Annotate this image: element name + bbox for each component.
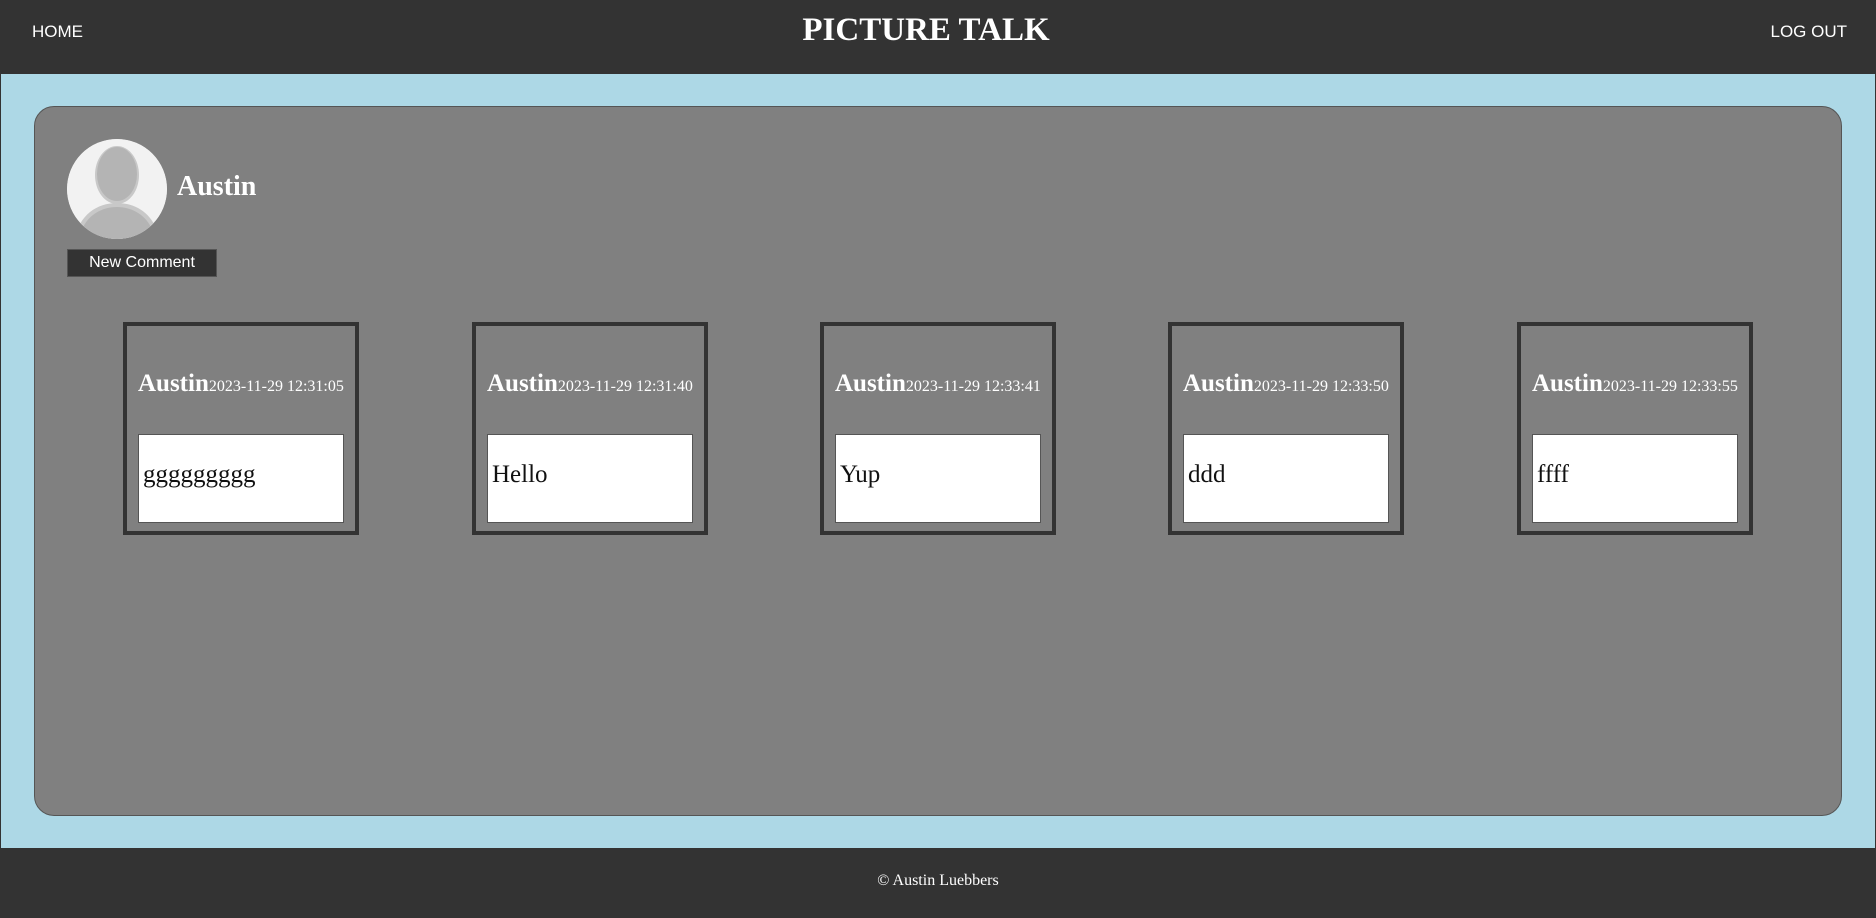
footer-copyright: © Austin Luebbers bbox=[877, 872, 999, 889]
comment-card: Austin2023-11-29 12:31:05 ggggggggg bbox=[123, 322, 359, 535]
comment-text: Yup bbox=[835, 434, 1041, 523]
comment-timestamp: 2023-11-29 12:33:50 bbox=[1253, 378, 1389, 395]
comment-timestamp: 2023-11-29 12:33:41 bbox=[905, 378, 1041, 395]
comment-author: Austin bbox=[487, 370, 558, 397]
comment-text: ddd bbox=[1183, 434, 1389, 523]
comment-header: Austin2023-11-29 12:33:55 bbox=[1532, 370, 1738, 398]
comment-timestamp: 2023-11-29 12:31:40 bbox=[557, 378, 693, 395]
comment-header: Austin2023-11-29 12:33:41 bbox=[835, 370, 1041, 398]
comment-card: Austin2023-11-29 12:33:50 ddd bbox=[1168, 322, 1404, 535]
comment-header: Austin2023-11-29 12:31:40 bbox=[487, 370, 693, 398]
comment-author: Austin bbox=[1532, 370, 1603, 397]
comment-card: Austin2023-11-29 12:33:41 Yup bbox=[820, 322, 1056, 535]
comment-card: Austin2023-11-29 12:33:55 ffff bbox=[1517, 322, 1753, 535]
comment-text: ffff bbox=[1532, 434, 1738, 523]
comment-author: Austin bbox=[1183, 370, 1254, 397]
site-title: PICTURE TALK bbox=[802, 12, 1050, 48]
avatar-silhouette bbox=[67, 139, 167, 239]
comment-timestamp: 2023-11-29 12:31:05 bbox=[208, 378, 344, 395]
profile-username: Austin bbox=[177, 171, 257, 202]
comment-text: ggggggggg bbox=[138, 434, 344, 523]
comment-card: Austin2023-11-29 12:31:40 Hello bbox=[472, 322, 708, 535]
default-user-icon bbox=[67, 139, 167, 239]
comment-header: Austin2023-11-29 12:31:05 bbox=[138, 370, 344, 398]
logout-link[interactable]: LOG OUT bbox=[1770, 22, 1847, 42]
comment-timestamp: 2023-11-29 12:33:55 bbox=[1602, 378, 1738, 395]
comment-author: Austin bbox=[835, 370, 906, 397]
new-comment-button[interactable]: New Comment bbox=[67, 249, 217, 277]
comment-header: Austin2023-11-29 12:33:50 bbox=[1183, 370, 1389, 398]
comment-text: Hello bbox=[487, 434, 693, 523]
comment-author: Austin bbox=[138, 370, 209, 397]
top-navbar: HOME PICTURE TALK LOG OUT bbox=[0, 0, 1876, 74]
